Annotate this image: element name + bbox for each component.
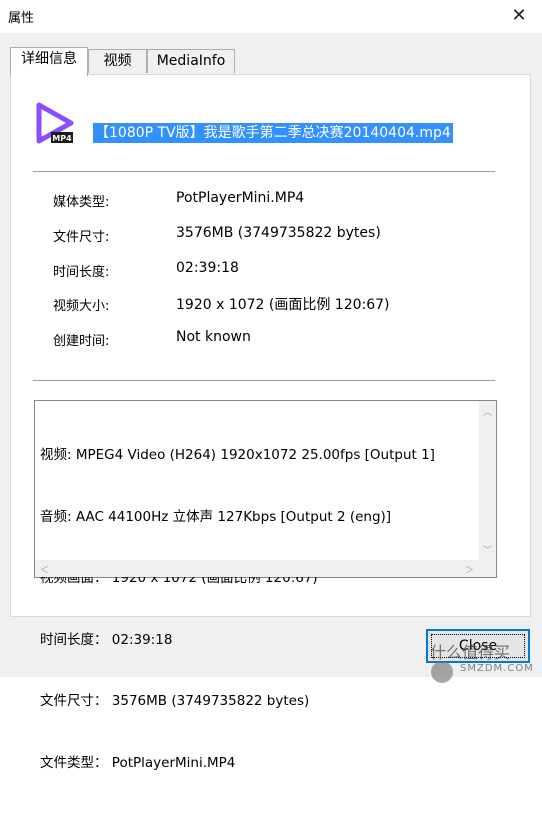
watermark-sub: SMZDM.COM [460,663,534,674]
title-bar: 属性 ✕ [0,0,542,33]
created-label: 创建时间: [53,334,110,349]
close-icon[interactable]: ✕ [506,5,532,29]
mp4-play-icon: MP4 [36,102,74,144]
created-value: Not known [176,329,251,345]
vertical-scrollbar[interactable]: ︿ ﹀ [479,401,496,560]
details-line: 文件类型： PotPlayerMini.MP4 [40,754,236,771]
divider-bottom [33,380,495,381]
tab-mediainfo[interactable]: MediaInfo [147,49,235,73]
watermark-logo-icon [431,661,453,683]
details-line: 文件尺寸： 3576MB (3749735822 bytes) [40,693,310,709]
mp4-label: MP4 [52,134,72,143]
tab-video[interactable]: 视频 [88,49,147,73]
watermark-text: 什么值得买 [430,643,511,662]
duration-label: 时间长度: [53,265,110,280]
media-type-value: PotPlayerMini.MP4 [176,190,305,206]
horizontal-scrollbar[interactable]: ＜ ＞ [35,560,479,577]
details-line: 视频: MPEG4 Video (H264) 1920x1072 25.00fp… [40,447,435,463]
divider-top [33,171,495,172]
video-size-value: 1920 x 1072 (画面比例 120:67) [176,297,390,313]
scroll-corner [479,560,496,577]
file-name[interactable]: 【1080P TV版】我是歌手第二季总决赛20140404.mp4 [93,123,453,143]
window-body: 详细信息 视频 MediaInfo MP4 【1080P TV版】我是歌手第二季… [0,33,542,771]
window-title: 属性 [8,11,35,26]
details-textbox[interactable]: 视频: MPEG4 Video (H264) 1920x1072 25.00fp… [34,400,497,771]
tab-details[interactable]: 详细信息 [10,47,88,76]
scroll-up-icon[interactable]: ︿ [483,405,492,418]
media-type-label: 媒体类型: [53,195,110,210]
duration-value: 02:39:18 [176,260,239,276]
details-line: 音频: AAC 44100Hz 立体声 127Kbps [Output 2 (e… [40,508,392,525]
details-panel: MP4 【1080P TV版】我是歌手第二季总决赛20140404.mp4 媒体… [10,74,531,771]
scroll-right-icon[interactable]: ＞ [465,563,474,576]
file-size-value: 3576MB (3749735822 bytes) [176,225,381,241]
details-line: 时间长度： 02:39:18 [40,631,173,648]
scroll-left-icon[interactable]: ＜ [40,563,49,576]
file-size-label: 文件尺寸: [53,230,110,245]
details-text: 视频: MPEG4 Video (H264) 1920x1072 25.00fp… [40,404,435,814]
scroll-down-icon[interactable]: ﹀ [483,543,492,556]
video-size-label: 视频大小: [53,299,110,314]
